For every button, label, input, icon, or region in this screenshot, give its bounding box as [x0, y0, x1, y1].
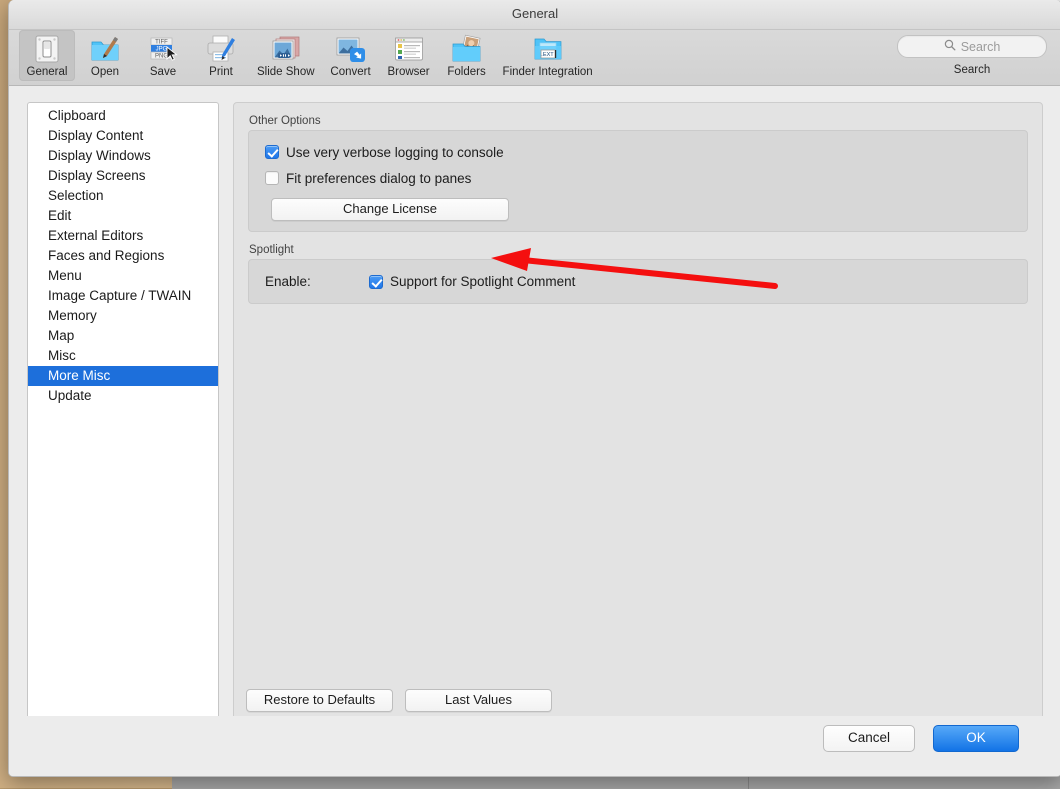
- other-options-group: Use very verbose logging to console Fit …: [248, 130, 1028, 232]
- folder-photo-icon: [451, 33, 483, 65]
- slideshow-icon: [270, 33, 302, 65]
- sidebar-item-display-content[interactable]: Display Content: [28, 126, 218, 146]
- fit-preferences-dialog-label: Fit preferences dialog to panes: [286, 170, 472, 186]
- toolbar-item-folders[interactable]: Folders: [439, 30, 495, 81]
- toolbar-item-label: Print: [209, 66, 233, 78]
- toolbar-item-finder-integration[interactable]: .EXT Finder Integration: [497, 30, 599, 81]
- other-options-group-label: Other Options: [249, 115, 321, 127]
- toolbar-item-label: Finder Integration: [502, 66, 593, 78]
- toolbar-item-label: Folders: [447, 66, 486, 78]
- folder-ext-icon: .EXT: [532, 33, 564, 65]
- spotlight-group: Enable: Support for Spotlight Comment: [248, 259, 1028, 304]
- switch-icon: [31, 33, 63, 65]
- title-bar: General: [9, 0, 1060, 30]
- toolbar-item-browser[interactable]: Browser: [381, 30, 437, 81]
- printer-icon: [205, 33, 237, 65]
- svg-text:TIFF: TIFF: [155, 40, 168, 46]
- spotlight-enable-row[interactable]: Enable: Support for Spotlight Comment: [249, 268, 1027, 295]
- search-icon: [944, 38, 956, 56]
- toolbar-item-save[interactable]: TIFF JPG PNG Save: [135, 30, 191, 81]
- preferences-window: General General Open TIFF JPG PNG Save P…: [8, 0, 1060, 777]
- sidebar-item-display-windows[interactable]: Display Windows: [28, 146, 218, 166]
- checkbox-row-fit-preferences-dialog[interactable]: Fit preferences dialog to panes: [249, 165, 1027, 191]
- toolbar-item-label: Save: [149, 66, 177, 78]
- category-sidebar[interactable]: Clipboard Display Content Display Window…: [27, 102, 219, 727]
- sidebar-item-edit[interactable]: Edit: [28, 206, 218, 226]
- toolbar-item-open[interactable]: Open: [77, 30, 133, 81]
- svg-text:PNG: PNG: [155, 54, 168, 60]
- spotlight-comment-label: Support for Spotlight Comment: [390, 274, 576, 289]
- sidebar-item-selection[interactable]: Selection: [28, 186, 218, 206]
- preferences-body: Clipboard Display Content Display Window…: [9, 86, 1060, 776]
- spotlight-comment-checkbox[interactable]: [369, 274, 383, 289]
- sidebar-item-clipboard[interactable]: Clipboard: [28, 106, 218, 126]
- sidebar-item-external-editors[interactable]: External Editors: [28, 226, 218, 246]
- toolbar: General Open TIFF JPG PNG Save Print Sli…: [9, 30, 1060, 86]
- browser-list-icon: [393, 33, 425, 65]
- spotlight-enable-label: Enable:: [265, 274, 311, 289]
- toolbar-item-slide-show[interactable]: Slide Show: [251, 30, 321, 81]
- sidebar-item-display-screens[interactable]: Display Screens: [28, 166, 218, 186]
- toolbar-item-convert[interactable]: Convert: [323, 30, 379, 81]
- sidebar-item-update[interactable]: Update: [28, 386, 218, 406]
- cancel-button[interactable]: Cancel: [823, 725, 915, 752]
- search-area: Search Search: [897, 35, 1047, 76]
- restore-to-defaults-button[interactable]: Restore to Defaults: [246, 689, 393, 712]
- checkbox-row-verbose-logging[interactable]: Use very verbose logging to console: [249, 139, 1027, 165]
- window-title: General: [511, 6, 559, 21]
- sidebar-item-map[interactable]: Map: [28, 326, 218, 346]
- toolbar-item-general[interactable]: General: [19, 30, 75, 81]
- sidebar-item-faces-and-regions[interactable]: Faces and Regions: [28, 246, 218, 266]
- verbose-logging-label: Use very verbose logging to console: [286, 144, 504, 160]
- toolbar-item-label: General: [26, 66, 68, 78]
- pane-action-buttons: Restore to Defaults Last Values: [246, 689, 552, 712]
- ok-button[interactable]: OK: [933, 725, 1019, 752]
- change-license-button[interactable]: Change License: [271, 198, 509, 221]
- search-placeholder: Search: [960, 39, 1001, 54]
- search-input[interactable]: Search: [897, 35, 1047, 58]
- fit-preferences-dialog-checkbox[interactable]: [265, 171, 279, 185]
- formats-tiff-jpg-png-icon: TIFF JPG PNG: [147, 33, 179, 65]
- svg-text:.EXT: .EXT: [541, 52, 554, 58]
- convert-arrow-icon: [335, 33, 367, 65]
- sidebar-item-memory[interactable]: Memory: [28, 306, 218, 326]
- sidebar-item-more-misc[interactable]: More Misc: [28, 366, 218, 386]
- sidebar-item-menu[interactable]: Menu: [28, 266, 218, 286]
- toolbar-item-label: Convert: [330, 66, 371, 78]
- last-values-button[interactable]: Last Values: [405, 689, 552, 712]
- dialog-footer: Cancel OK: [9, 716, 1060, 776]
- sidebar-item-misc[interactable]: Misc: [28, 346, 218, 366]
- toolbar-item-print[interactable]: Print: [193, 30, 249, 81]
- toolbar-item-label: Open: [90, 66, 120, 78]
- toolbar-item-label: Browser: [387, 66, 430, 78]
- search-caption: Search: [953, 64, 991, 76]
- verbose-logging-checkbox[interactable]: [265, 145, 279, 159]
- sidebar-item-image-capture-twain[interactable]: Image Capture / TWAIN: [28, 286, 218, 306]
- folder-brush-icon: [89, 33, 121, 65]
- settings-pane: Other Options Use very verbose logging t…: [233, 102, 1043, 727]
- toolbar-item-label: Slide Show: [257, 66, 315, 78]
- spotlight-group-label: Spotlight: [249, 244, 294, 256]
